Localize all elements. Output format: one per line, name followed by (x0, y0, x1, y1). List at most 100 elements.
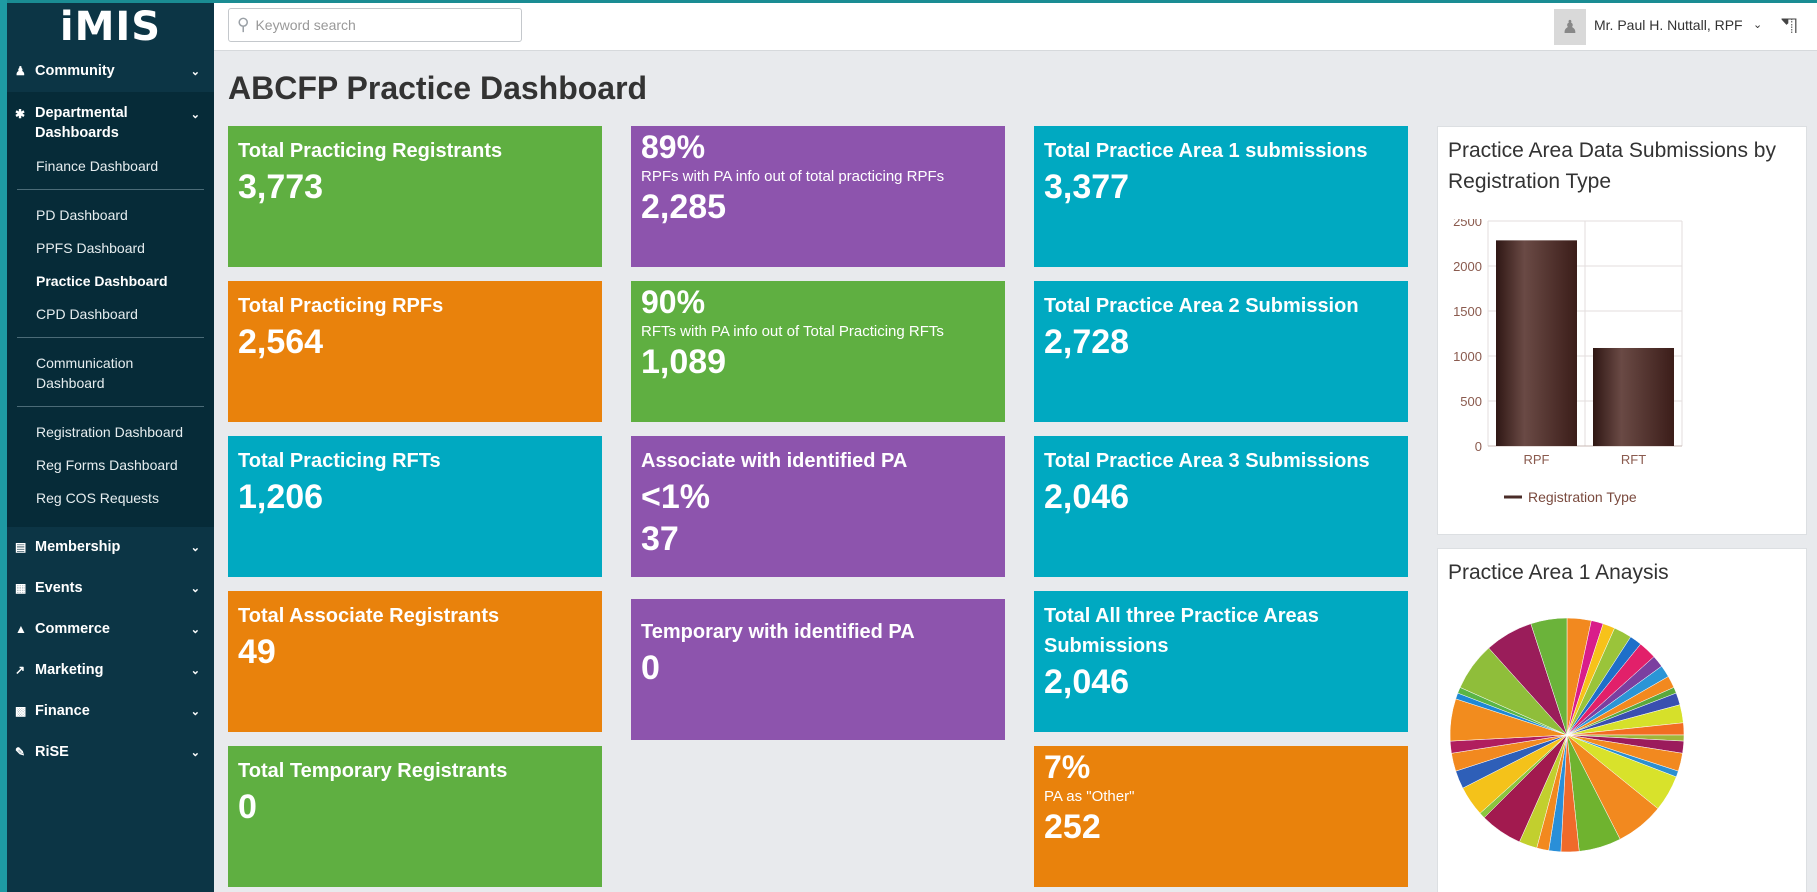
page-title: ABCFP Practice Dashboard (228, 70, 648, 106)
sidebar-item-label: Marketing (35, 662, 104, 678)
left-accent-edge (0, 0, 7, 892)
card-temporary-with-identified-pa: Temporary with identified PA 0 (631, 599, 1005, 740)
card-value: 1,089 (641, 343, 727, 381)
submenu-reg-cos-requests[interactable]: Reg COS Requests (7, 488, 214, 508)
chevron-down-icon: ⌄ (190, 542, 200, 554)
sidebar-item-label: Community (35, 63, 115, 79)
sidebar: iMIS ♟ Community ⌄ ✱ Departmental Dashbo… (7, 3, 214, 892)
card-title: Total Practice Area 3 Submissions (1044, 450, 1370, 472)
card-total-associate-registrants: Total Associate Registrants 49 (228, 591, 602, 732)
users-icon: ♟ (15, 64, 26, 78)
card-rpfs-with-pa-info: 89% RPFs with PA info out of total pract… (631, 126, 1005, 267)
sidebar-item-membership[interactable]: ▤ Membership ⌄ (7, 527, 214, 568)
card-value: 3,377 (1044, 168, 1130, 206)
card-percent: 89% (641, 129, 706, 165)
card-title: Total All three Practice Areas Submissio… (1044, 605, 1319, 657)
line-chart-icon: ↗ (15, 663, 26, 677)
card-value: 2,046 (1044, 478, 1130, 516)
bar-chart-panel: Practice Area Data Submissions by Regist… (1437, 126, 1807, 535)
money-icon: ▩ (15, 704, 27, 718)
bar[interactable] (1593, 347, 1674, 446)
submenu-divider (17, 337, 204, 338)
chevron-down-icon: ⌄ (190, 706, 200, 718)
sidebar-item-label: Departmental Dashboards (35, 105, 128, 141)
card-total-practicing-registrants: Total Practicing Registrants 3,773 (228, 126, 602, 267)
card-title: Total Practice Area 2 Submission (1044, 295, 1359, 317)
card-total-practicing-rfts: Total Practicing RFTs 1,206 (228, 436, 602, 577)
card-percent: 7% (1044, 749, 1091, 785)
card-title: Total Temporary Registrants (238, 760, 508, 782)
y-tick-label: 2500 (1453, 219, 1482, 229)
submenu-reg-forms-dashboard[interactable]: Reg Forms Dashboard (7, 455, 214, 475)
sidebar-item-label: Commerce (35, 621, 110, 637)
x-tick-label: RPF (1524, 452, 1550, 467)
chevron-down-icon: ⌄ (190, 66, 200, 78)
search-icon: ⚲ (237, 15, 250, 34)
pie-chart (1449, 617, 1685, 853)
submenu-registration-dashboard[interactable]: Registration Dashboard (7, 422, 214, 442)
card-value: 49 (238, 633, 276, 671)
person-icon: ♟ (1561, 16, 1579, 37)
submenu-divider (17, 406, 204, 407)
card-value: 2,564 (238, 323, 324, 361)
card-title: Total Practicing Registrants (238, 140, 503, 162)
card-practice-area-2-submission: Total Practice Area 2 Submission 2,728 (1034, 281, 1408, 422)
y-tick-label: 1500 (1453, 304, 1482, 319)
sidebar-item-marketing[interactable]: ↗ Marketing ⌄ (7, 650, 214, 691)
sidebar-item-community[interactable]: ♟ Community ⌄ (7, 51, 214, 92)
chevron-down-icon: ⌄ (190, 624, 200, 636)
legend-label: Registration Type (1528, 489, 1637, 505)
cart-icon[interactable]: ⛠ (1781, 13, 1798, 42)
submenu-practice-dashboard[interactable]: Practice Dashboard (7, 271, 214, 291)
cart-icon: ▲ (15, 622, 27, 636)
search-input[interactable]: ⚲ Keyword search (228, 8, 522, 42)
submenu-communication-dashboard[interactable]: Communication Dashboard (7, 353, 214, 393)
sidebar-item-label: Events (35, 580, 83, 596)
top-header: ⚲ Keyword search ♟ Mr. Paul H. Nuttall, … (214, 3, 1817, 51)
sidebar-item-label: RiSE (35, 744, 69, 760)
sidebar-item-departmental-dashboards[interactable]: ✱ Departmental Dashboards ⌄ (7, 92, 214, 148)
card-value: 252 (1044, 808, 1101, 846)
submenu-divider (17, 189, 204, 190)
departmental-submenu: Finance Dashboard PD Dashboard PPFS Dash… (7, 148, 214, 527)
submenu-finance-dashboard[interactable]: Finance Dashboard (7, 156, 214, 176)
calendar-icon: ▦ (15, 581, 27, 595)
card-total-temporary-registrants: Total Temporary Registrants 0 (228, 746, 602, 887)
card-rfts-with-pa-info: 90% RFTs with PA info out of Total Pract… (631, 281, 1005, 422)
card-description: PA as "Other" (1044, 788, 1135, 805)
card-title: Total Associate Registrants (238, 605, 500, 627)
card-description: RFTs with PA info out of Total Practicin… (641, 323, 944, 340)
chevron-down-icon: ⌄ (190, 109, 200, 121)
card-value: 2,046 (1044, 663, 1130, 701)
sidebar-item-rise[interactable]: ✎ RiSE ⌄ (7, 732, 214, 773)
user-avatar[interactable]: ♟ (1554, 9, 1586, 45)
sidebar-item-events[interactable]: ▦ Events ⌄ (7, 568, 214, 609)
user-menu[interactable]: Mr. Paul H. Nuttall, RPF (1594, 17, 1743, 33)
bar[interactable] (1496, 240, 1577, 446)
bar-chart: 0 500 1000 1500 2000 2500 RPF RFT Registration… (1453, 219, 1683, 505)
submenu-pd-dashboard[interactable]: PD Dashboard (7, 205, 214, 225)
card-percent: <1% (641, 478, 710, 516)
card-title: Temporary with identified PA (641, 621, 915, 643)
imis-logo[interactable]: iMIS (7, 3, 214, 51)
sidebar-item-label: Membership (35, 539, 121, 555)
x-tick-label: RFT (1621, 452, 1646, 467)
submenu-cpd-dashboard[interactable]: CPD Dashboard (7, 304, 214, 324)
bar-chart-title: Practice Area Data Submissions by Regist… (1448, 139, 1776, 193)
card-title: Total Practicing RFTs (238, 450, 441, 472)
card-pa-as-other: 7% PA as "Other" 252 (1034, 746, 1408, 887)
external-link-icon: ✎ (15, 745, 26, 759)
chevron-down-icon: ⌄ (190, 747, 200, 759)
submenu-ppfs-dashboard[interactable]: PPFS Dashboard (7, 238, 214, 258)
sidebar-item-finance[interactable]: ▩ Finance ⌄ (7, 691, 214, 732)
card-value: 37 (641, 520, 679, 558)
card-title: Associate with identified PA (641, 450, 908, 472)
sidebar-item-commerce[interactable]: ▲ Commerce ⌄ (7, 609, 214, 650)
card-practice-area-3-submissions: Total Practice Area 3 Submissions 2,046 (1034, 436, 1408, 577)
card-title: Total Practicing RPFs (238, 295, 444, 317)
card-value: 0 (641, 649, 660, 687)
chevron-down-icon[interactable]: ⌄ (1753, 18, 1762, 31)
pie-chart-title: Practice Area 1 Anaysis (1448, 561, 1669, 584)
card-percent: 90% (641, 284, 706, 320)
ribbon-icon: ✱ (15, 107, 26, 121)
